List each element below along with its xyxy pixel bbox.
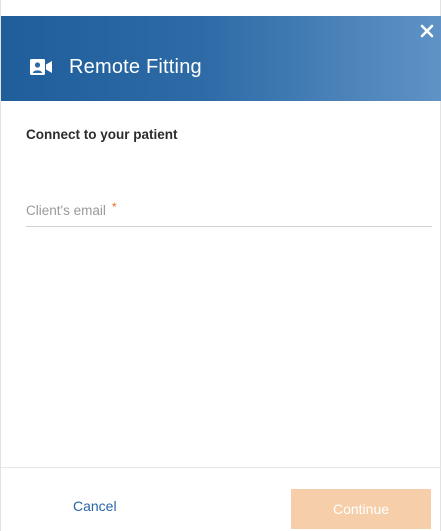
cancel-button[interactable]: Cancel <box>73 498 117 514</box>
client-email-input[interactable] <box>26 200 432 224</box>
dialog-subtitle: Connect to your patient <box>26 127 178 142</box>
remote-fitting-dialog: Remote Fitting Connect to your patient C… <box>0 0 441 531</box>
dialog-title: Remote Fitting <box>69 56 202 78</box>
footer-divider <box>1 467 441 468</box>
video-camera-icon <box>30 59 52 75</box>
continue-button[interactable]: Continue <box>291 489 431 529</box>
dialog-header: Remote Fitting <box>1 16 441 101</box>
client-email-field[interactable]: Client's email * <box>26 200 432 227</box>
close-icon[interactable] <box>418 22 436 40</box>
